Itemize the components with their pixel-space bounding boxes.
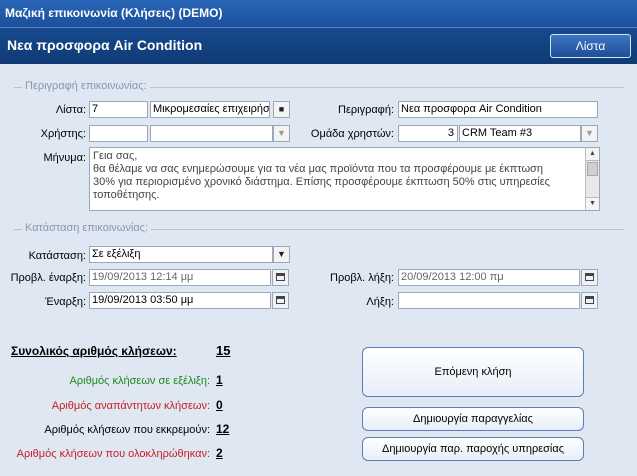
calendar-icon[interactable] [581,292,598,309]
message-line: Γεια σας, [93,150,138,162]
description-label: Περιγραφή: [338,104,394,116]
planned-end-label: Προβλ. λήξη: [330,272,394,284]
completed-calls-value: 2 [216,446,223,460]
planned-start-field[interactable]: 19/09/2013 12:14 μμ [89,269,271,286]
completed-calls-label: Αριθμός κλήσεων που ολοκληρώθηκαν: [16,448,210,460]
user-label: Χρήστης: [40,128,86,140]
message-textarea[interactable]: Γεια σας, θα θέλαμε να σας ενημερώσουμε … [89,147,600,211]
create-service-order-button[interactable]: Δημιουργία παρ. παροχής υπηρεσίας [362,437,584,461]
calendar-icon[interactable] [581,269,598,286]
unanswered-calls-value: 0 [216,398,223,412]
total-calls-label: Συνολικός αριθμός κλήσεων: [11,344,177,358]
message-line: τοποθέτησης. [93,189,160,201]
calendar-icon[interactable] [272,269,289,286]
status-dropdown-button[interactable]: ▼ [273,246,290,263]
list-name-field[interactable]: Μικρομεσαίες επιχειρήσ [150,101,270,118]
user-id-field[interactable] [89,125,148,142]
unanswered-calls-label: Αριθμός αναπάντητων κλήσεων: [51,400,210,412]
planned-end-field[interactable]: 20/09/2013 12:00 πμ [398,269,580,286]
start-label: Έναρξη: [45,296,86,308]
user-group-id-field[interactable]: 3 [398,125,458,142]
create-order-button[interactable]: Δημιουργία παραγγελίας [362,407,584,431]
end-field[interactable] [398,292,580,309]
message-line: 30% για περιορισμένο χρονικό διάστημα. Ε… [93,176,550,188]
message-scrollbar[interactable]: ▲ ▼ [585,148,599,210]
status-group-title: Κατάσταση επικοινωνίας: [22,222,152,234]
page-header: Νεα προσφορα Air Condition Λίστα [0,27,637,64]
scroll-down-icon[interactable]: ▼ [586,197,599,210]
calendar-icon[interactable] [272,292,289,309]
description-field[interactable]: Νεα προσφορα Air Condition [398,101,598,118]
scroll-up-icon[interactable]: ▲ [586,148,599,161]
user-group-label: Ομάδα χρηστών: [310,128,394,140]
user-name-field[interactable] [150,125,273,142]
window-title: Μαζική επικοινωνία (Κλήσεις) (DEMO) [5,6,223,20]
total-calls-value: 15 [216,343,231,358]
calls-in-progress-value: 1 [216,373,223,387]
scroll-thumb[interactable] [587,162,598,176]
user-group-dropdown-button[interactable]: ▼ [581,125,598,142]
pending-calls-label: Αριθμός κλήσεων που εκκρεμούν: [44,424,210,436]
page-title: Νεα προσφορα Air Condition [7,37,203,53]
description-group-title: Περιγραφή επικοινωνίας: [22,80,150,92]
list-picker-button[interactable]: ■ [273,101,290,118]
window-titlebar: Μαζική επικοινωνία (Κλήσεις) (DEMO) [0,0,637,27]
user-dropdown-button[interactable]: ▼ [273,125,290,142]
list-id-field[interactable]: 7 [89,101,148,118]
message-line: θα θέλαμε να σας ενημερώσουμε για τα νέα… [93,163,543,175]
calls-in-progress-label: Αριθμός κλήσεων σε εξέλιξη: [69,375,210,387]
list-label: Λίστα: [55,104,86,116]
user-group-name-field[interactable]: CRM Team #3 [459,125,581,142]
end-label: Λήξη: [366,296,394,308]
pending-calls-value: 12 [216,422,230,436]
message-label: Μήνυμα: [43,152,86,164]
status-field[interactable]: Σε εξέλιξη [89,246,273,263]
planned-start-label: Προβλ. έναρξη: [10,272,86,284]
next-call-button[interactable]: Επόμενη κλήση [362,347,584,397]
status-label: Κατάσταση: [28,250,86,262]
list-button[interactable]: Λίστα [550,34,631,58]
start-field[interactable]: 19/09/2013 03:50 μμ [89,292,271,309]
